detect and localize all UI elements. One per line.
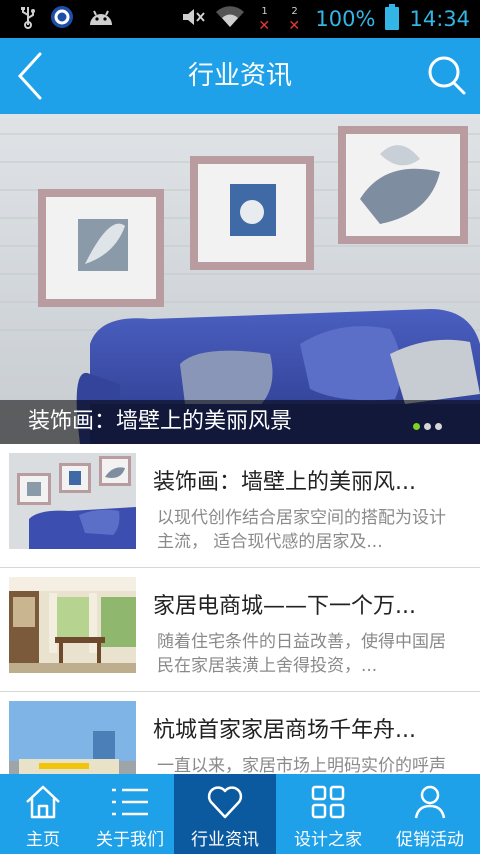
article-title: 家居电商城——下一个万... bbox=[153, 594, 416, 619]
wifi-icon bbox=[215, 6, 245, 32]
nav-item-promotions[interactable]: 促销活动 bbox=[380, 774, 480, 854]
battery-percent: 100% bbox=[315, 7, 376, 31]
article-title: 杭城首家家居商场千年舟... bbox=[153, 718, 416, 743]
nav-label: 行业资讯 bbox=[191, 830, 259, 850]
sim1-no-signal-icon: 1 ✕ bbox=[258, 6, 271, 34]
app-notification-icon bbox=[50, 5, 74, 33]
banner-image bbox=[0, 114, 480, 444]
nav-item-design-home[interactable]: 设计之家 bbox=[276, 774, 380, 854]
title-bar: 行业资讯 bbox=[0, 38, 480, 114]
nav-label: 关于我们 bbox=[96, 830, 164, 850]
nav-label: 主页 bbox=[26, 830, 60, 850]
banner-caption: 装饰画：墙壁上的美丽风景 bbox=[28, 409, 293, 434]
article-summary: 一直以来，家居市场上明码实价的呼声不断， 但真正透明的价格体... bbox=[157, 756, 446, 774]
article-list: 装饰画：墙壁上的美丽风... 以现代创作结合居家空间的搭配为设计主流， 适合现代… bbox=[0, 444, 480, 774]
search-icon bbox=[428, 56, 466, 95]
article-item[interactable]: 装饰画：墙壁上的美丽风... 以现代创作结合居家空间的搭配为设计主流， 适合现代… bbox=[0, 444, 480, 568]
android-icon bbox=[88, 7, 114, 31]
mute-icon bbox=[181, 6, 206, 32]
status-bar: 1 ✕ 2 ✕ 100% 14:34 bbox=[0, 0, 480, 38]
home-icon bbox=[26, 785, 60, 819]
usb-icon bbox=[20, 5, 36, 33]
carousel-dot[interactable] bbox=[424, 423, 431, 430]
article-item[interactable]: 家居电商城——下一个万... 随着住宅条件的日益改善，使得中国居民在家居装潢上舍… bbox=[0, 568, 480, 692]
user-icon bbox=[414, 785, 446, 819]
clock: 14:34 bbox=[409, 7, 470, 31]
article-thumbnail bbox=[9, 453, 136, 549]
article-item[interactable]: 杭城首家家居商场千年舟... 一直以来，家居市场上明码实价的呼声不断， 但真正透… bbox=[0, 692, 480, 774]
article-summary: 随着住宅条件的日益改善，使得中国居民在家居装潢上舍得投资，... bbox=[157, 632, 446, 676]
nav-item-home[interactable]: 主页 bbox=[0, 774, 86, 854]
nav-label: 促销活动 bbox=[396, 830, 464, 850]
article-summary: 以现代创作结合居家空间的搭配为设计主流， 适合现代感的居家及... bbox=[157, 508, 446, 552]
heart-icon bbox=[207, 786, 243, 819]
page-title: 行业资讯 bbox=[187, 61, 292, 91]
search-button[interactable] bbox=[424, 52, 472, 100]
carousel-dot[interactable] bbox=[435, 423, 442, 430]
nav-item-industry-news[interactable]: 行业资讯 bbox=[174, 774, 276, 854]
battery-icon bbox=[385, 4, 400, 34]
nav-label: 设计之家 bbox=[294, 830, 362, 850]
sim2-no-signal-icon: 2 ✕ bbox=[288, 6, 301, 34]
article-thumbnail bbox=[9, 701, 136, 774]
list-icon bbox=[112, 788, 148, 816]
carousel-indicator bbox=[413, 423, 442, 430]
article-thumbnail bbox=[9, 577, 136, 673]
banner-carousel[interactable]: 装饰画：墙壁上的美丽风景 bbox=[0, 114, 480, 444]
bottom-navigation: 主页 关于我们 行业资讯 设计之家 促销活动 bbox=[0, 774, 480, 854]
nav-item-about[interactable]: 关于我们 bbox=[86, 774, 174, 854]
article-title: 装饰画：墙壁上的美丽风... bbox=[153, 470, 416, 495]
carousel-dot[interactable] bbox=[413, 423, 420, 430]
grid-icon bbox=[311, 785, 345, 819]
